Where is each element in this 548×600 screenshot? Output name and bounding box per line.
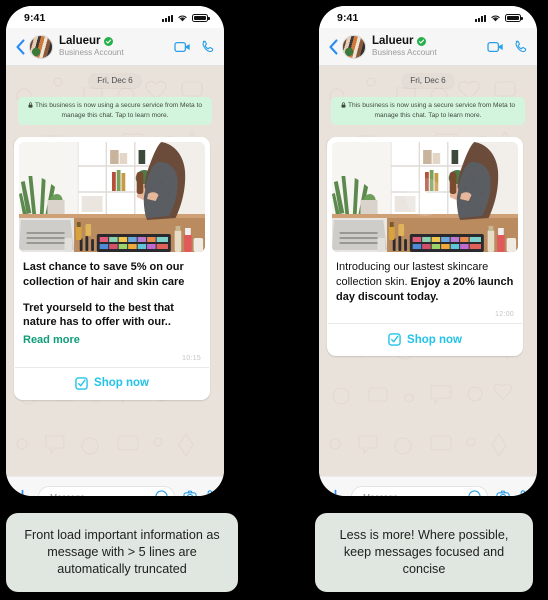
encryption-notice[interactable]: This business is now using a secure serv… — [331, 97, 525, 126]
wifi-icon — [491, 15, 500, 22]
caption-left: Front load important information as mess… — [6, 513, 238, 592]
date-pill: Fri, Dec 6 — [401, 73, 455, 88]
microphone-icon[interactable] — [205, 489, 215, 497]
voice-call-icon[interactable] — [514, 40, 528, 54]
checkbox-square-icon — [388, 333, 401, 347]
chat-body-left: Fri, Dec 6 This business is now using a … — [6, 66, 224, 476]
back-chevron-icon[interactable] — [13, 38, 27, 56]
contact-info[interactable]: Lalueur Business Account — [59, 35, 174, 57]
status-icons — [162, 14, 210, 22]
shop-now-label: Shop now — [407, 333, 462, 346]
wifi-icon — [178, 15, 187, 22]
voice-call-icon[interactable] — [201, 40, 215, 54]
camera-icon[interactable] — [496, 490, 510, 496]
chat-header-right: Lalueur Business Account — [319, 28, 537, 66]
composer-left: Message — [6, 476, 224, 496]
back-chevron-icon[interactable] — [326, 38, 340, 56]
verified-badge-icon — [103, 36, 113, 46]
card-body-text: Tret yourseld to the best that nature ha… — [23, 301, 174, 329]
verified-badge-icon — [416, 36, 426, 46]
phone-left: 9:41 Lalueur Business Account Fri, Dec 6… — [6, 6, 224, 496]
sticker-icon[interactable] — [155, 490, 168, 496]
header-actions — [174, 40, 215, 54]
sticker-icon[interactable] — [468, 490, 481, 496]
encryption-notice-text: This business is now using a secure serv… — [34, 102, 203, 120]
message-placeholder: Message — [50, 492, 155, 497]
card-headline: Introducing our lastest skincare collect… — [336, 260, 514, 304]
caption-right: Less is more! Where possible, keep messa… — [315, 513, 533, 592]
date-pill: Fri, Dec 6 — [88, 73, 142, 88]
battery-icon — [505, 14, 523, 22]
plus-icon[interactable] — [328, 489, 343, 496]
status-bar-right: 9:41 — [319, 6, 537, 28]
message-input[interactable]: Message — [351, 485, 488, 497]
contact-subtitle: Business Account — [372, 47, 437, 57]
card-text: Last chance to save 5% on our collection… — [14, 252, 210, 351]
video-call-icon[interactable] — [487, 41, 504, 53]
shop-now-button[interactable]: Shop now — [327, 324, 523, 356]
product-card-left[interactable]: Last chance to save 5% on our collection… — [14, 137, 210, 400]
encryption-notice[interactable]: This business is now using a secure serv… — [18, 97, 212, 126]
camera-icon[interactable] — [183, 490, 197, 496]
contact-name: Lalueur — [59, 35, 101, 48]
shop-now-button[interactable]: Shop now — [14, 368, 210, 400]
battery-icon — [192, 14, 210, 22]
lock-icon — [28, 102, 33, 108]
play-button[interactable] — [405, 177, 445, 217]
screenshot-stage: 9:41 Lalueur Business Account Fri, Dec 6… — [0, 0, 548, 600]
video-call-icon[interactable] — [174, 41, 191, 53]
phone-right: 9:41 Lalueur Business Account Fri, Dec 6… — [319, 6, 537, 496]
card-video-thumbnail — [332, 142, 518, 253]
card-text: Introducing our lastest skincare collect… — [327, 252, 523, 307]
lock-icon — [341, 102, 346, 108]
status-bar-left: 9:41 — [6, 6, 224, 28]
composer-right: Message — [319, 476, 537, 496]
avatar[interactable] — [29, 34, 53, 59]
signal-bars-icon — [475, 14, 486, 22]
contact-subtitle: Business Account — [59, 47, 124, 57]
card-headline: Last chance to save 5% on our collection… — [23, 261, 185, 289]
card-media[interactable] — [14, 137, 210, 253]
caption-left-text: Front load important information as mess… — [24, 528, 220, 576]
encryption-notice-text: This business is now using a secure serv… — [347, 102, 516, 120]
read-more-link[interactable]: Read more — [23, 334, 80, 346]
caption-right-text: Less is more! Where possible, keep messa… — [339, 528, 509, 576]
message-input[interactable]: Message — [38, 485, 175, 497]
status-clock: 9:41 — [337, 12, 359, 24]
card-media[interactable] — [327, 137, 523, 253]
contact-info[interactable]: Lalueur Business Account — [372, 35, 487, 57]
card-image — [19, 142, 205, 253]
status-clock: 9:41 — [24, 12, 46, 24]
avatar[interactable] — [342, 34, 366, 59]
play-button-icon — [406, 178, 444, 217]
message-timestamp: 10:15 — [182, 352, 201, 362]
signal-bars-icon — [162, 14, 173, 22]
microphone-icon[interactable] — [518, 489, 528, 497]
contact-name: Lalueur — [372, 35, 414, 48]
chat-header-left: Lalueur Business Account — [6, 28, 224, 66]
chat-body-right: Fri, Dec 6 This business is now using a … — [319, 66, 537, 476]
product-card-right[interactable]: Introducing our lastest skincare collect… — [327, 137, 523, 357]
message-timestamp: 12:00 — [495, 309, 514, 319]
checkbox-square-icon — [75, 377, 88, 390]
message-placeholder: Message — [363, 492, 468, 497]
plus-icon[interactable] — [15, 489, 30, 496]
shop-now-label: Shop now — [94, 377, 149, 390]
header-actions — [487, 40, 528, 54]
status-icons — [475, 14, 523, 22]
